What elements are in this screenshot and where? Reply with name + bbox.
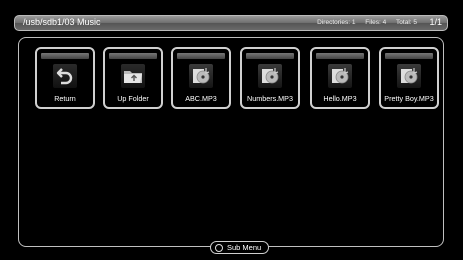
current-path: /usb/sdb1/03 Music bbox=[23, 17, 101, 27]
audio-file-icon bbox=[397, 64, 421, 88]
sub-menu-button[interactable]: Sub Menu bbox=[210, 241, 269, 254]
files-count: Files: 4 bbox=[365, 19, 387, 26]
return-arrow-icon bbox=[53, 64, 77, 88]
file-item-numbers-mp3[interactable]: Numbers.MP3 bbox=[240, 47, 300, 109]
page-indicator: 1/1 bbox=[429, 17, 442, 27]
total-count: Total: 5 bbox=[396, 19, 417, 26]
file-item-hello-mp3[interactable]: Hello.MP3 bbox=[310, 47, 370, 109]
file-stats: Directories: 1 Files: 4 Total: 5 bbox=[309, 19, 417, 26]
file-item-label: ABC.MP3 bbox=[185, 94, 217, 103]
file-item-label: Numbers.MP3 bbox=[247, 94, 293, 103]
circle-button-icon bbox=[215, 243, 223, 252]
folder-icon bbox=[121, 64, 145, 88]
file-item-label: Hello.MP3 bbox=[323, 94, 357, 103]
audio-file-icon bbox=[258, 64, 282, 88]
file-item-abc-mp3[interactable]: ABC.MP3 bbox=[171, 47, 231, 109]
file-item-up-folder[interactable]: Up Folder bbox=[103, 47, 163, 109]
audio-file-icon bbox=[328, 64, 352, 88]
file-item-label: Pretty Boy.MP3 bbox=[384, 94, 434, 103]
tile-bar bbox=[385, 53, 433, 59]
audio-file-icon bbox=[189, 64, 213, 88]
tile-bar bbox=[246, 53, 294, 59]
tile-bar bbox=[177, 53, 225, 59]
file-item-label: Return bbox=[54, 94, 76, 103]
file-item-pretty-boy-mp3[interactable]: Pretty Boy.MP3 bbox=[379, 47, 439, 109]
tile-bar bbox=[316, 53, 364, 59]
sub-menu-label: Sub Menu bbox=[227, 243, 262, 252]
directories-count: Directories: 1 bbox=[317, 19, 356, 26]
tile-bar bbox=[109, 53, 157, 59]
tile-bar bbox=[41, 53, 89, 59]
file-item-return[interactable]: Return bbox=[35, 47, 95, 109]
file-item-label: Up Folder bbox=[117, 94, 149, 103]
header-bar: /usb/sdb1/03 Music Directories: 1 Files:… bbox=[14, 15, 448, 31]
